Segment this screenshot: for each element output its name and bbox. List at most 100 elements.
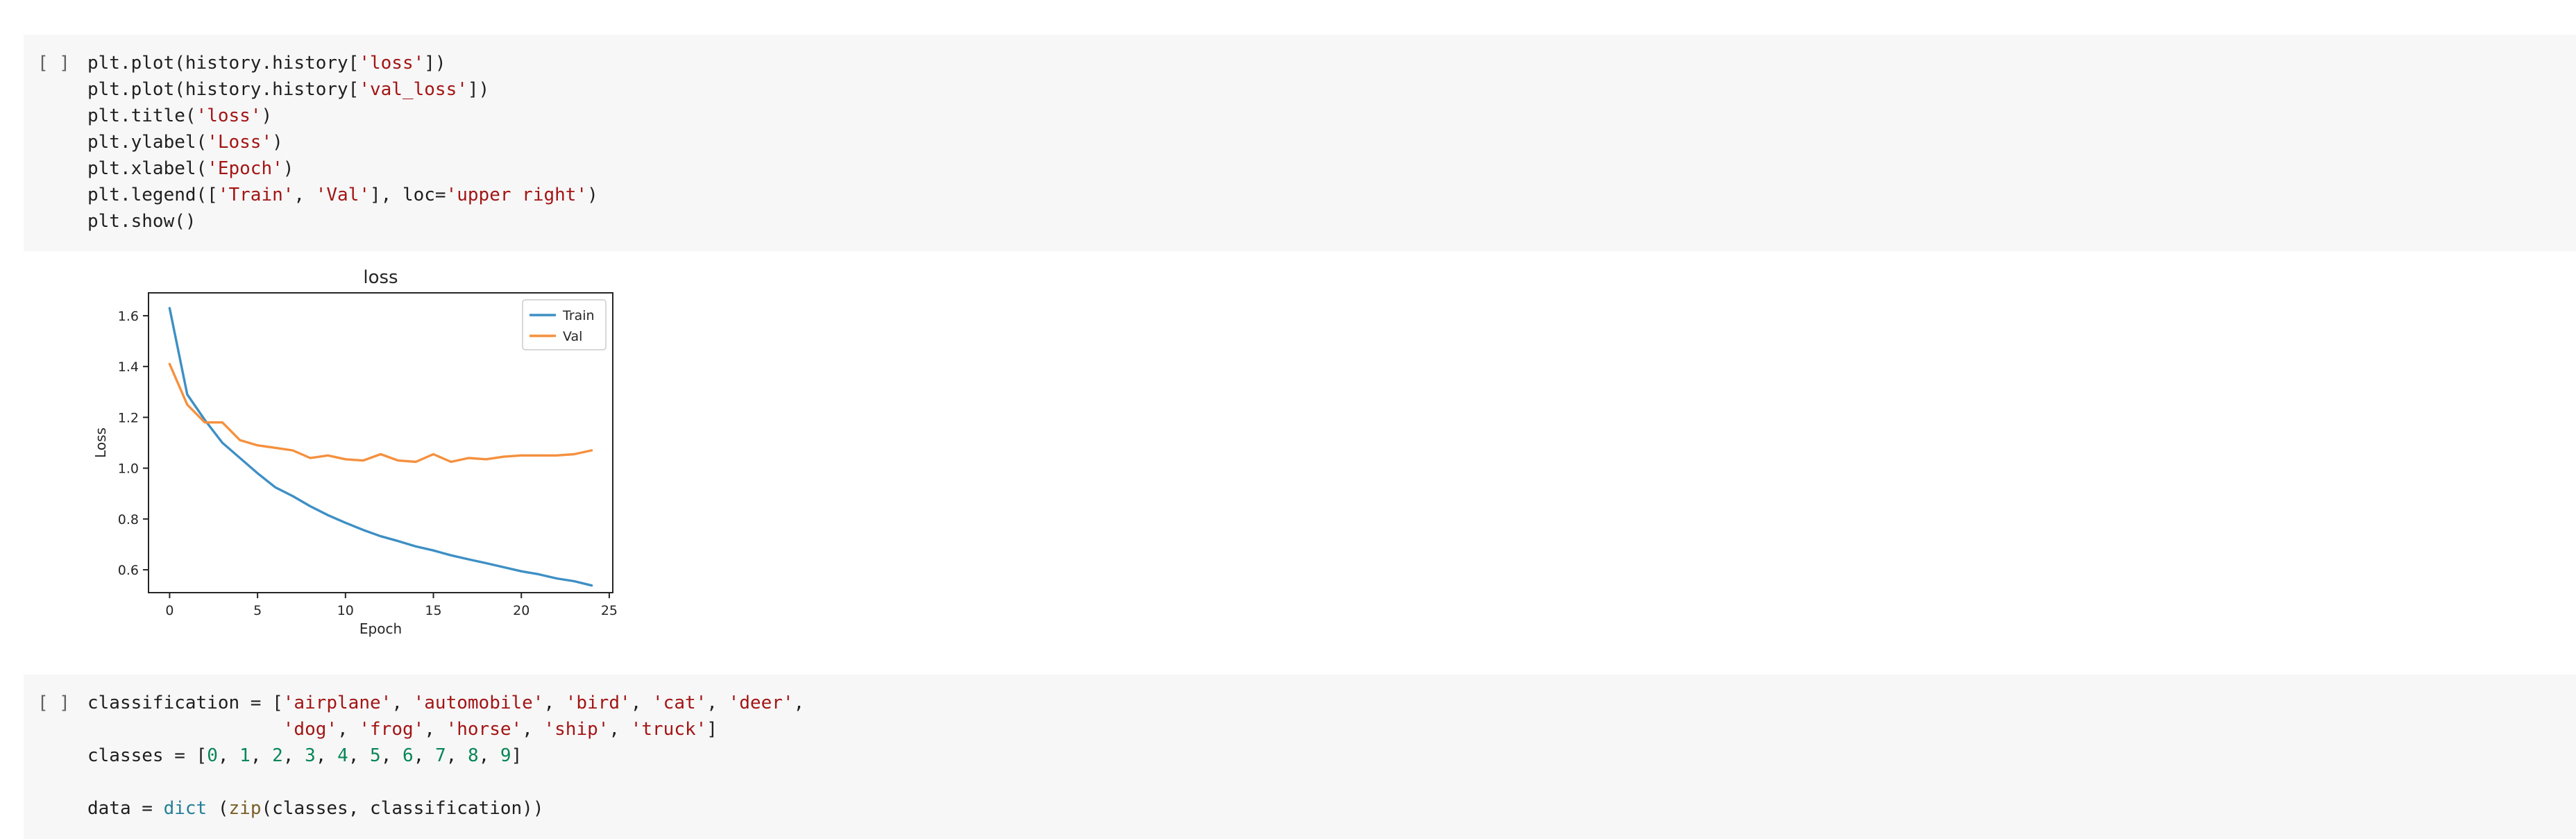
- code-token: (: [207, 798, 229, 819]
- y-tick-label: 1.0: [118, 461, 139, 477]
- code-token: 'Val': [315, 185, 371, 205]
- code-token: plt.title(: [87, 105, 196, 126]
- code-token: ]: [706, 719, 718, 740]
- code-token: 'Epoch': [207, 158, 283, 179]
- code-line: plt.ylabel('Loss'): [87, 129, 598, 155]
- code-token: ,: [348, 745, 371, 766]
- code-token: data =: [87, 798, 164, 819]
- code-token: 6: [402, 745, 414, 766]
- code-token: plt.plot(history.history[: [87, 53, 359, 74]
- code-token: 'ship': [543, 719, 609, 740]
- code-token: 'loss': [359, 53, 425, 74]
- y-tick-label: 1.6: [118, 309, 139, 324]
- code-token: 'frog': [359, 719, 425, 740]
- code-token: 'cat': [652, 693, 707, 713]
- code-token: ,: [446, 745, 468, 766]
- code-token: ,: [282, 745, 305, 766]
- code-line: plt.plot(history.history['loss']): [87, 50, 598, 76]
- code-token: 'val_loss': [359, 79, 468, 100]
- run-cell-button[interactable]: [ ]: [37, 690, 70, 716]
- code-cell-plot[interactable]: [ ] plt.plot(history.history['loss']) plt…: [24, 35, 2576, 251]
- code-token: 'airplane': [282, 693, 392, 713]
- x-tick-label: 0: [165, 603, 173, 618]
- code-token: 'Train': [217, 185, 294, 205]
- run-cell-button[interactable]: [ ]: [37, 50, 70, 76]
- code-line: plt.plot(history.history['val_loss']): [87, 76, 598, 103]
- code-token: ], loc=: [370, 185, 446, 205]
- code-token: ,: [522, 719, 544, 740]
- code-line: plt.title('loss'): [87, 103, 598, 129]
- code-token: plt.plot(history.history[: [87, 79, 359, 100]
- code-editor[interactable]: classification = ['airplane', 'automobil…: [87, 690, 804, 822]
- code-token: ,: [380, 745, 402, 766]
- code-token: ,: [217, 745, 240, 766]
- x-axis-label: Epoch: [359, 620, 402, 637]
- y-tick-label: 0.6: [118, 563, 139, 578]
- y-axis-label: Loss: [92, 427, 109, 458]
- code-token: 4: [337, 745, 348, 766]
- code-token: classification = [: [87, 693, 283, 713]
- code-token: 'bird': [565, 693, 631, 713]
- code-token: (classes, classification)): [261, 798, 544, 819]
- code-token: ): [261, 105, 273, 126]
- code-token: dict: [163, 798, 207, 819]
- x-tick-label: 15: [425, 603, 441, 618]
- code-token: 'deer': [728, 693, 794, 713]
- code-token: 3: [305, 745, 316, 766]
- code-token: 'Loss': [207, 132, 273, 153]
- code-token: ): [587, 185, 598, 205]
- code-token: ): [282, 158, 294, 179]
- code-token: ,: [315, 745, 338, 766]
- code-token: 'horse': [446, 719, 523, 740]
- code-token: ,: [609, 719, 631, 740]
- legend-label: Val: [563, 329, 582, 344]
- code-token: 5: [370, 745, 381, 766]
- code-token: ,: [630, 693, 653, 713]
- cell-output-plot: loss 0 5 10 15 20 25 0.6 0.8 1.0 1.2 1.4 1.6 Epoch Los…: [90, 258, 632, 647]
- code-token: 0: [207, 745, 218, 766]
- code-token: 'upper right': [446, 185, 588, 205]
- code-token: 'truck': [630, 719, 707, 740]
- chart-title: loss: [363, 267, 398, 288]
- code-editor[interactable]: plt.plot(history.history['loss']) plt.plo…: [87, 50, 598, 235]
- code-token: ,: [706, 693, 729, 713]
- code-line: classification = ['airplane', 'automobil…: [87, 690, 804, 716]
- code-token: 7: [434, 745, 446, 766]
- code-token: 8: [467, 745, 479, 766]
- y-tick-label: 1.2: [118, 410, 139, 425]
- code-token: zip: [228, 798, 262, 819]
- x-tick-label: 5: [253, 603, 262, 618]
- code-token: ,: [413, 745, 435, 766]
- code-token: ,: [294, 185, 316, 205]
- code-token: 1: [239, 745, 251, 766]
- code-token: 2: [272, 745, 283, 766]
- loss-chart: loss 0 5 10 15 20 25 0.6 0.8 1.0 1.2 1.4 1.6 Epoch Los…: [92, 267, 618, 637]
- code-token: ,: [391, 693, 414, 713]
- x-tick-label: 25: [601, 603, 618, 618]
- y-tick-label: 0.8: [118, 512, 139, 527]
- code-line: data = dict (zip(classes, classification…: [87, 795, 804, 822]
- code-token: 9: [500, 745, 511, 766]
- code-line: plt.xlabel('Epoch'): [87, 155, 598, 182]
- code-token: ]): [424, 53, 446, 74]
- x-tick-label: 20: [513, 603, 529, 618]
- code-token: ,: [424, 719, 446, 740]
- y-tick-label: 1.4: [118, 359, 139, 375]
- code-token: plt.show(): [87, 211, 196, 232]
- code-token: ,: [337, 719, 359, 740]
- series-line-val: [168, 362, 593, 464]
- code-cell-classes[interactable]: [ ] classification = ['airplane', 'autom…: [24, 675, 2576, 839]
- code-token: 'loss': [196, 105, 262, 126]
- code-token: ]): [467, 79, 490, 100]
- code-token: ,: [793, 693, 805, 713]
- code-line: plt.legend(['Train', 'Val'], loc='upper …: [87, 182, 598, 208]
- code-token: ,: [478, 745, 500, 766]
- code-line: plt.show(): [87, 208, 598, 235]
- code-token: plt.xlabel(: [87, 158, 207, 179]
- code-token: plt.ylabel(: [87, 132, 207, 153]
- code-token: 'dog': [282, 719, 338, 740]
- code-token: 'automobile': [413, 693, 544, 713]
- code-line: classes = [0, 1, 2, 3, 4, 5, 6, 7, 8, 9]: [87, 743, 804, 769]
